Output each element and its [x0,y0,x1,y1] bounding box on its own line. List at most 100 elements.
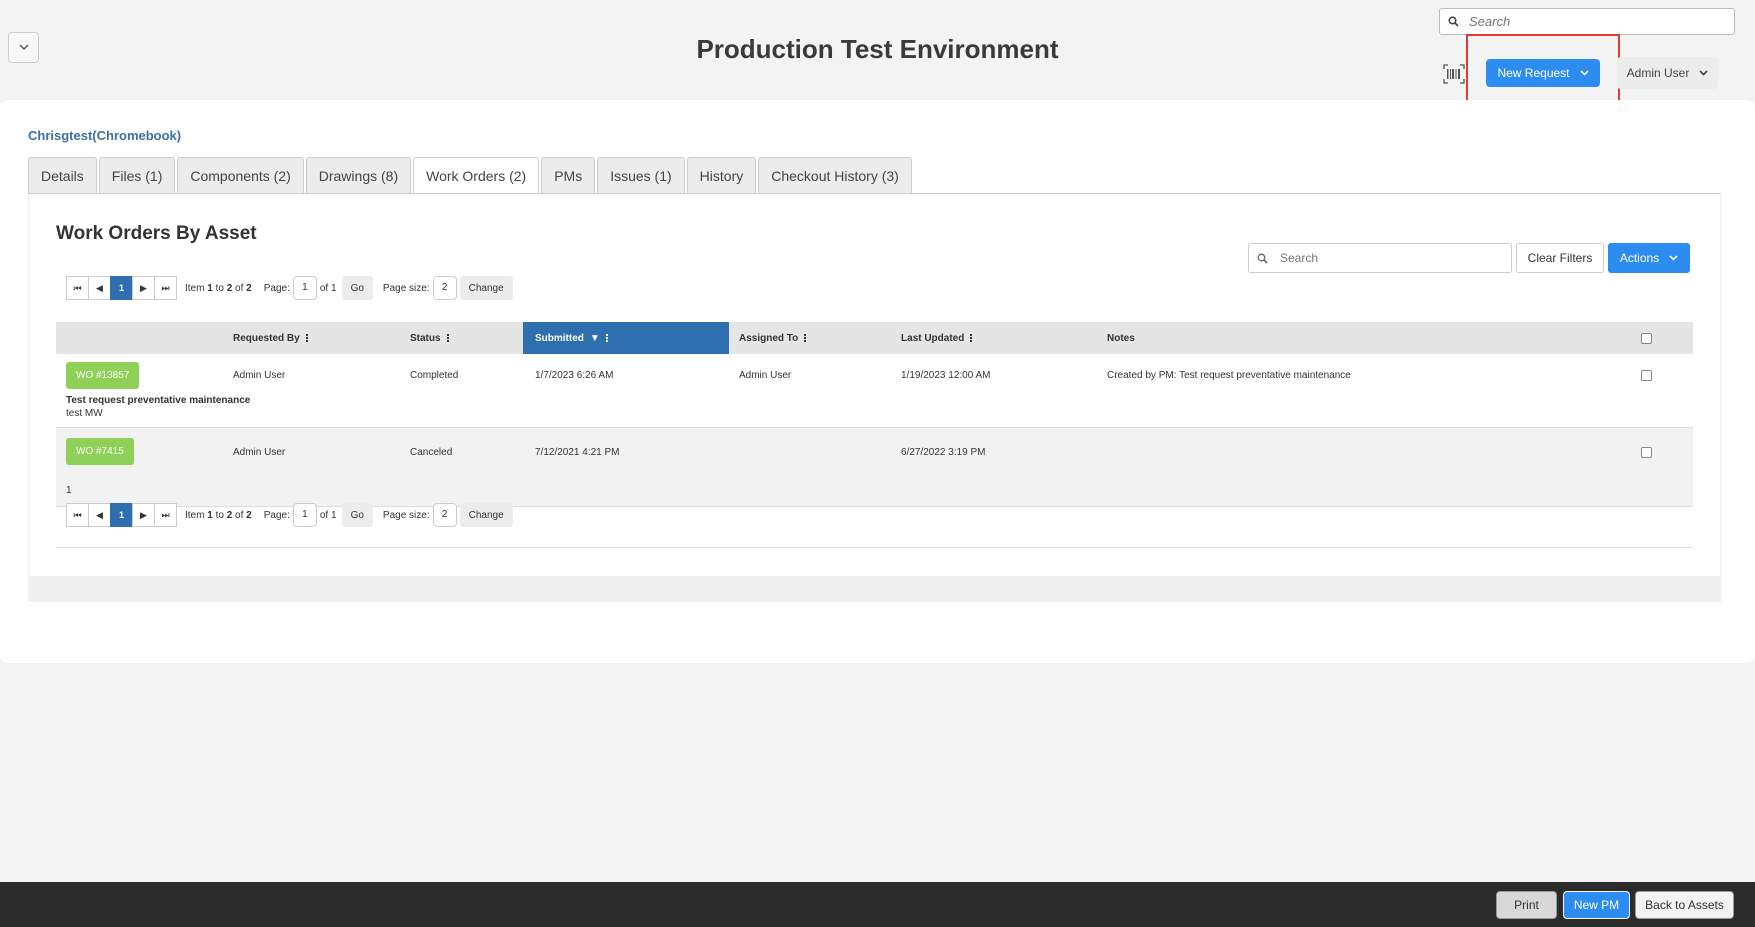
last-page-button[interactable]: ⏭ [154,503,177,527]
change-page-size-button[interactable]: Change [459,503,513,527]
col-last-updated[interactable]: Last Updated [901,322,973,354]
next-page-button[interactable]: ▶ [132,503,155,527]
prev-page-button[interactable]: ◀ [88,276,111,300]
col-assigned-to[interactable]: Assigned To [739,322,807,354]
print-button[interactable]: Print [1496,891,1557,919]
next-page-button[interactable]: ▶ [132,276,155,300]
tab-work-orders[interactable]: Work Orders (2) [413,157,540,194]
global-search[interactable] [1439,8,1735,35]
select-all-checkbox[interactable] [1641,333,1652,344]
notes-cell: Created by PM: Test request preventative… [1107,370,1351,381]
grid-header: Requested By Status Submitted ▼ Assigned … [56,322,1693,354]
work-order-badge[interactable]: WO #13857 [66,362,140,389]
chevron-down-icon [1579,70,1589,76]
page-size-label: Page size: [382,509,430,521]
page-label: Page: [263,282,290,294]
requested-by-cell: Admin User [233,447,286,458]
go-button[interactable]: Go [341,276,373,300]
col-submitted[interactable]: Submitted ▼ [523,322,729,354]
new-request-button[interactable]: New Request [1486,59,1600,87]
tab-content: Work Orders By Asset Clear Filters Actio… [28,193,1721,602]
col-notes: Notes [1107,332,1135,344]
column-menu-icon[interactable] [305,334,308,342]
last-page-icon: ⏭ [161,282,170,293]
page-number-button[interactable]: 1 [110,276,133,300]
asset-name-link[interactable]: Chrisgtest(Chromebook) [28,128,181,143]
pager-bottom: ⏮ ◀ 1 ▶ ⏭ Item 1 to 2 of 2 Page: 1 of 1 … [66,503,513,527]
requested-by-cell: Admin User [233,370,286,381]
item-range: Item 1 to 2 of 2 [185,509,252,521]
work-orders-card: Work Orders By Asset Clear Filters Actio… [29,194,1720,576]
description-title: Test request preventative maintenance [66,395,251,406]
section-title: Work Orders By Asset [56,223,257,244]
prev-page-icon: ◀ [96,509,103,520]
table-row[interactable]: WO #7415 Admin User Canceled 7/12/2021 4… [56,428,1693,507]
first-page-button[interactable]: ⏮ [66,276,89,300]
col-requested-by[interactable]: Requested By [233,322,308,354]
divider [56,547,1693,548]
column-menu-icon[interactable] [804,334,807,342]
tab-components[interactable]: Components (2) [177,157,304,193]
next-page-icon: ▶ [140,509,147,520]
tab-drawings[interactable]: Drawings (8) [305,157,412,193]
page-size-input[interactable]: 2 [432,276,457,300]
actions-button[interactable]: Actions [1608,243,1690,273]
submitted-cell: 1/7/2023 6:26 AM [535,370,614,381]
next-page-icon: ▶ [140,282,147,293]
asset-tabs: Details Files (1) Components (2) Drawing… [28,157,912,194]
user-menu-button[interactable]: Admin User [1617,57,1718,89]
actions-label: Actions [1619,251,1660,265]
tab-files[interactable]: Files (1) [98,157,176,193]
row-checkbox[interactable] [1641,370,1652,381]
new-request-label: New Request [1497,66,1570,80]
search-icon [1448,16,1459,27]
tab-pms[interactable]: PMs [541,157,596,193]
last-updated-cell: 6/27/2022 3:19 PM [901,447,986,458]
page-of-label: of 1 [319,282,337,294]
tab-details[interactable]: Details [28,157,97,193]
last-page-button[interactable]: ⏭ [154,276,177,300]
back-to-assets-button[interactable]: Back to Assets [1635,891,1734,919]
table-row[interactable]: WO #13857 Admin User Completed 1/7/2023 … [56,354,1693,428]
first-page-button[interactable]: ⏮ [66,503,89,527]
main-panel: Chrisgtest(Chromebook) Details Files (1)… [0,100,1755,663]
clear-filters-button[interactable]: Clear Filters [1516,243,1604,273]
status-link[interactable]: Completed [410,370,458,381]
col-status[interactable]: Status [410,322,449,354]
chevron-down-icon [1669,255,1678,261]
page-input[interactable]: 1 [292,503,317,527]
page-size-input[interactable]: 2 [432,503,457,527]
go-button[interactable]: Go [341,503,373,527]
page-of-label: of 1 [319,509,337,521]
barcode-scan-icon[interactable] [1443,64,1465,84]
page-number-button[interactable]: 1 [110,503,133,527]
chevron-down-icon [1699,70,1708,76]
last-updated-cell: 1/19/2023 12:00 AM [901,370,991,381]
sort-desc-icon: ▼ [589,332,600,344]
description-body: 1 [66,485,72,496]
status-link[interactable]: Canceled [410,447,452,458]
assigned-to-cell: Admin User [739,370,792,381]
work-order-badge[interactable]: WO #7415 [66,438,134,465]
column-menu-icon[interactable] [970,334,973,342]
column-menu-icon[interactable] [446,334,449,342]
change-page-size-button[interactable]: Change [459,276,513,300]
first-page-icon: ⏮ [73,282,82,293]
page-input[interactable]: 1 [292,276,317,300]
prev-page-button[interactable]: ◀ [88,503,111,527]
new-pm-button[interactable]: New PM [1563,891,1630,919]
page-size-label: Page size: [382,282,430,294]
grid-search-input[interactable] [1280,251,1500,265]
tab-checkout-history[interactable]: Checkout History (3) [758,157,912,193]
pager-top: ⏮ ◀ 1 ▶ ⏭ Item 1 to 2 of 2 Page: 1 of 1 … [66,276,513,300]
user-menu-label: Admin User [1626,66,1690,80]
grid-search[interactable] [1248,243,1512,273]
global-search-input[interactable] [1469,14,1719,29]
column-menu-icon[interactable] [605,334,608,342]
first-page-icon: ⏮ [73,509,82,520]
prev-page-icon: ◀ [96,282,103,293]
tab-history[interactable]: History [686,157,757,193]
tab-issues[interactable]: Issues (1) [597,157,685,193]
row-checkbox[interactable] [1641,447,1652,458]
last-page-icon: ⏭ [161,509,170,520]
